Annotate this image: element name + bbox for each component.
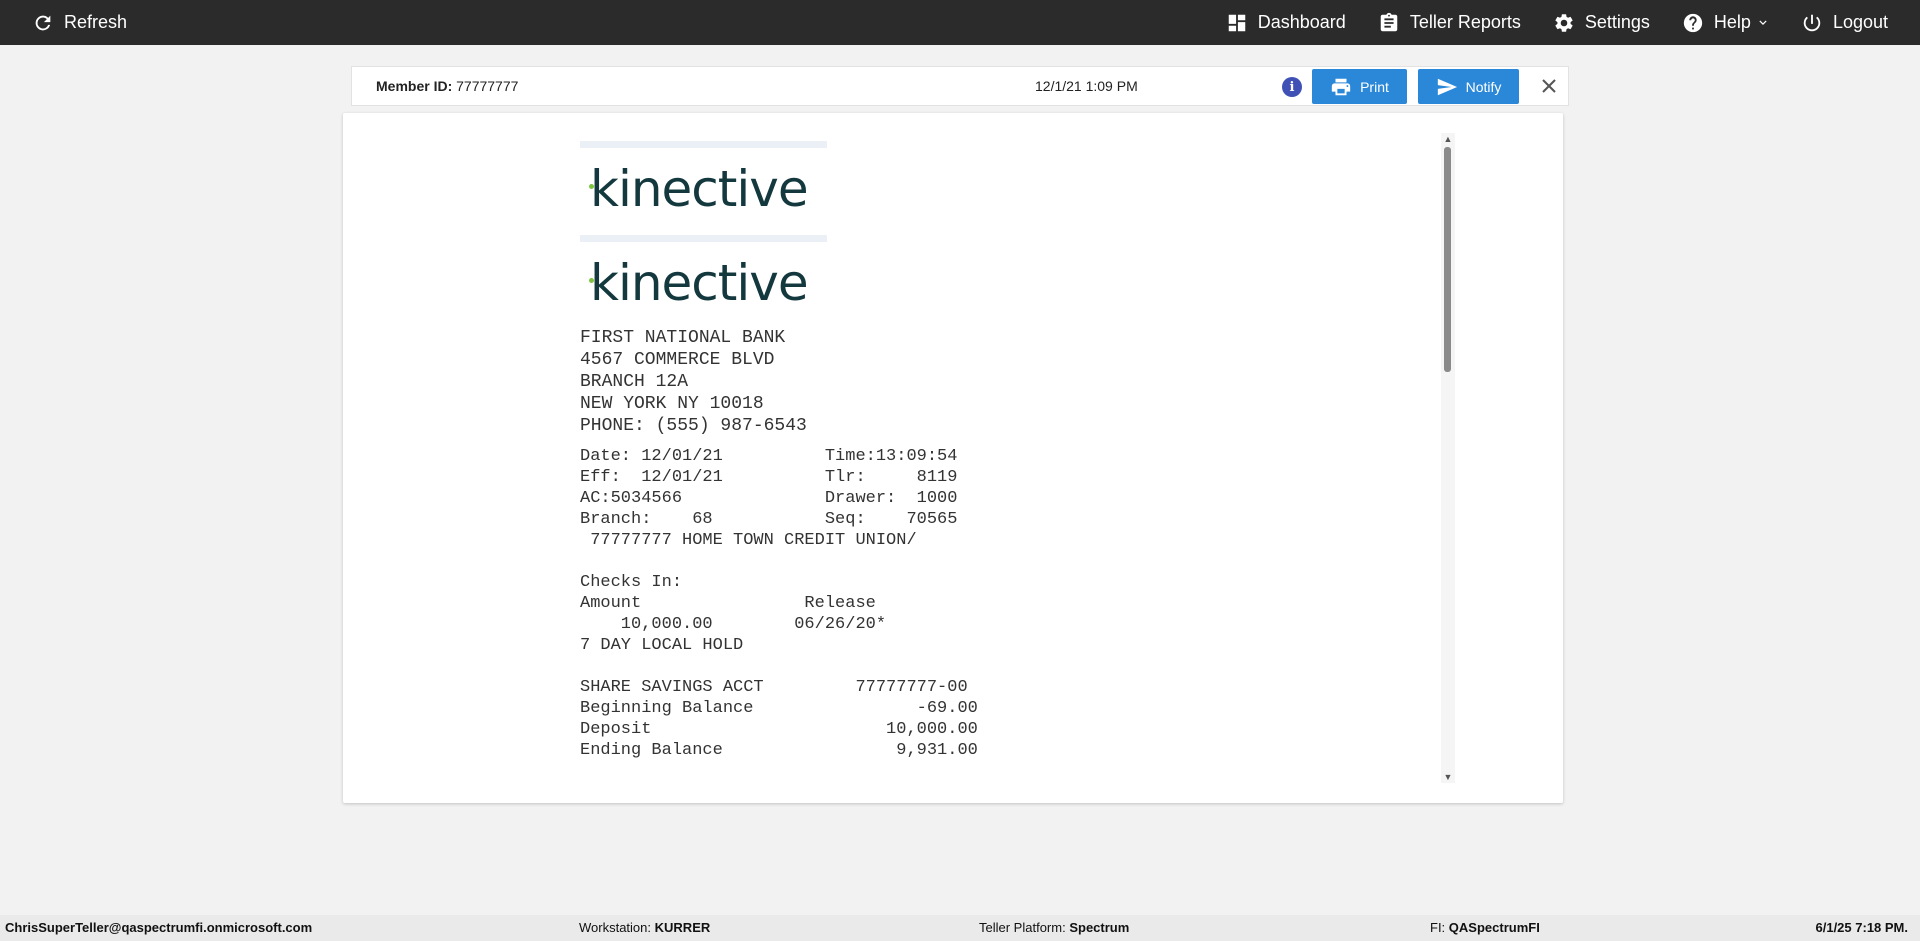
- logo-text: kinective: [590, 254, 809, 312]
- member-id-value: 77777777: [456, 78, 519, 94]
- teller-platform-info: Teller Platform: Spectrum: [979, 920, 1129, 935]
- scroll-up-icon[interactable]: ▲: [1441, 133, 1455, 145]
- logout-label: Logout: [1832, 12, 1888, 32]
- receipt-body: Date: 12/01/21 Time:13:09:54 Eff: 12/01/…: [580, 447, 978, 760]
- bank-address: FIRST NATIONAL BANK 4567 COMMERCE BLVD B…: [580, 328, 807, 436]
- print-button[interactable]: Print: [1312, 69, 1407, 104]
- teller-reports-button[interactable]: Teller Reports: [1378, 0, 1521, 45]
- logo-dot: [589, 278, 594, 283]
- status-bar: ChrisSuperTeller@qaspectrumfi.onmicrosof…: [0, 915, 1920, 941]
- help-menu-button[interactable]: Help: [1682, 0, 1769, 45]
- fi-label: FI:: [1430, 920, 1446, 935]
- scroll-thumb[interactable]: [1444, 147, 1451, 372]
- dashboard-button[interactable]: Dashboard: [1226, 0, 1346, 45]
- platform-label: Teller Platform:: [979, 920, 1066, 935]
- clipboard-icon: [1380, 12, 1398, 31]
- fi-value: QASpectrumFI: [1448, 920, 1540, 935]
- member-header-bar: Member ID: 77777777 12/1/21 1:09 PM i Pr…: [351, 66, 1569, 106]
- fi-info: FI: QASpectrumFI: [1430, 920, 1540, 935]
- logo-dot: [589, 184, 594, 189]
- receipt-scrollbar[interactable]: ▲ ▼: [1441, 133, 1455, 783]
- kinective-logo: kinective: [580, 235, 827, 317]
- close-icon: [1542, 79, 1556, 93]
- member-id: Member ID: 77777777: [376, 78, 518, 94]
- workstation-info: Workstation: KURRER: [579, 920, 710, 935]
- info-icon[interactable]: i: [1282, 77, 1302, 97]
- power-icon: [1803, 14, 1821, 31]
- close-button[interactable]: [1538, 75, 1560, 97]
- printer-icon: [1331, 78, 1351, 95]
- settings-button[interactable]: Settings: [1553, 0, 1650, 45]
- user-email: ChrisSuperTeller@qaspectrumfi.onmicrosof…: [5, 920, 313, 935]
- logo-text: kinective: [590, 160, 809, 218]
- status-datetime: 6/1/25 7:18 PM.: [1815, 920, 1909, 935]
- workstation-value: KURRER: [654, 920, 711, 935]
- chevron-down-icon: [1759, 20, 1767, 25]
- teller-reports-label: Teller Reports: [1409, 12, 1521, 32]
- refresh-button[interactable]: Refresh: [32, 0, 127, 45]
- send-icon: [1437, 78, 1457, 95]
- question-circle-icon: [1683, 13, 1703, 32]
- member-id-label: Member ID:: [376, 78, 453, 94]
- workstation-label: Workstation:: [579, 920, 652, 935]
- refresh-label: Refresh: [64, 12, 128, 32]
- dashboard-label: Dashboard: [1257, 12, 1346, 32]
- print-label: Print: [1360, 78, 1389, 95]
- top-nav-bar: Refresh Dashboard Teller Reports Setting…: [0, 0, 1920, 45]
- notify-label: Notify: [1465, 78, 1502, 95]
- logout-button[interactable]: Logout: [1801, 0, 1888, 45]
- refresh-icon: [35, 15, 51, 30]
- settings-label: Settings: [1584, 12, 1650, 32]
- kinective-logo: kinective: [580, 141, 827, 223]
- platform-value: Spectrum: [1069, 920, 1130, 935]
- notify-button[interactable]: Notify: [1418, 69, 1519, 104]
- dashboard-icon: [1228, 14, 1245, 31]
- gear-icon: [1555, 13, 1573, 32]
- receipt-datetime: 12/1/21 1:09 PM: [1035, 78, 1138, 94]
- receipt-panel: kinective kinective FIRST NATIONAL BANK …: [343, 113, 1563, 803]
- help-label: Help: [1713, 12, 1751, 32]
- scroll-down-icon[interactable]: ▼: [1441, 771, 1455, 783]
